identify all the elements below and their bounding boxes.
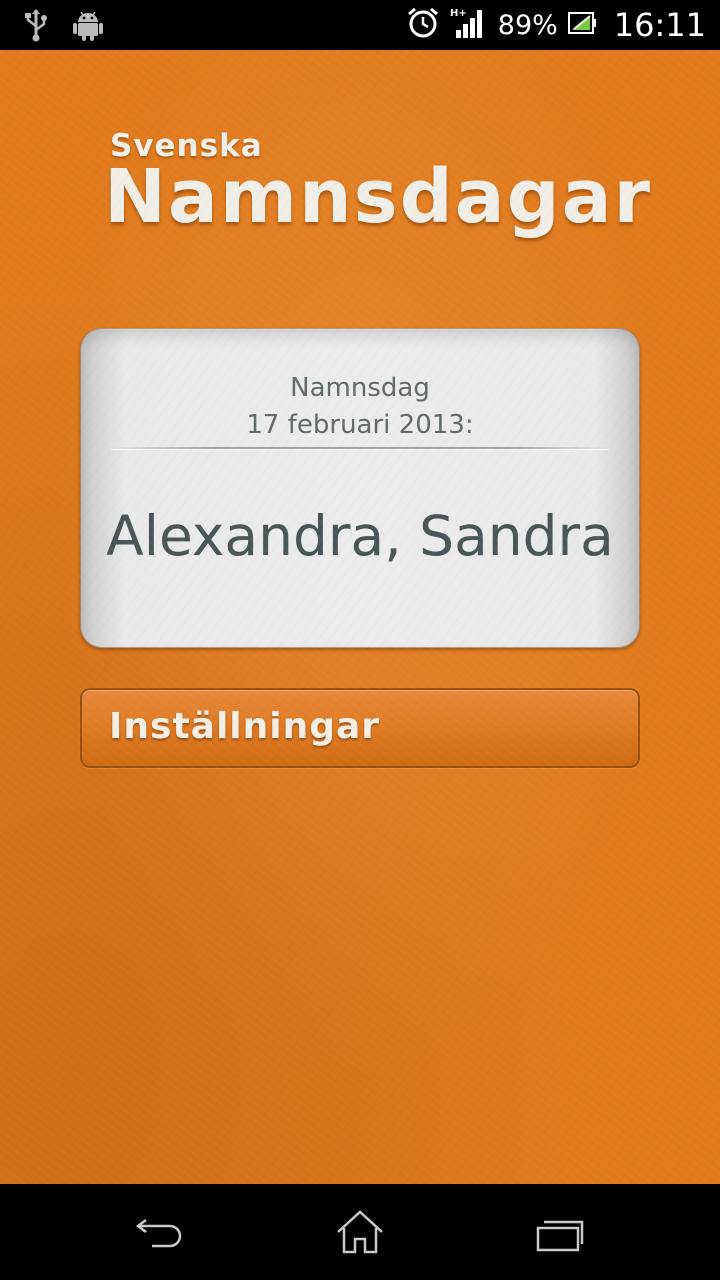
battery-charging-icon bbox=[567, 11, 598, 39]
clock: 16:11 bbox=[613, 6, 706, 44]
nameday-label: Namnsdag bbox=[290, 373, 430, 403]
recent-apps-icon bbox=[530, 1220, 590, 1262]
android-debug-icon bbox=[72, 8, 104, 46]
status-left-icons bbox=[22, 8, 104, 46]
nameday-date: 17 februari 2013: bbox=[246, 410, 474, 440]
back-button[interactable] bbox=[130, 1206, 190, 1258]
svg-text:H+: H+ bbox=[450, 8, 467, 19]
alarm-icon bbox=[406, 6, 440, 44]
home-button[interactable] bbox=[330, 1206, 390, 1258]
recent-apps-button[interactable] bbox=[530, 1206, 590, 1258]
settings-button[interactable]: Inställningar bbox=[80, 688, 640, 768]
nameday-names: Alexandra, Sandra bbox=[106, 504, 614, 568]
back-icon bbox=[130, 1219, 190, 1262]
battery-percent: 89% bbox=[497, 9, 558, 41]
status-right-icons: H+ 89% 16:11 bbox=[406, 0, 706, 50]
logo-title: Namnsdagar bbox=[104, 154, 653, 240]
card-divider bbox=[111, 447, 609, 449]
home-icon bbox=[330, 1210, 390, 1262]
settings-button-label: Inställningar bbox=[109, 706, 381, 747]
signal-hplus-icon: H+ bbox=[450, 6, 488, 44]
usb-icon bbox=[22, 8, 50, 46]
nameday-card: Namnsdag 17 februari 2013: Alexandra, Sa… bbox=[80, 328, 640, 648]
navigation-bar bbox=[0, 1184, 720, 1280]
status-bar: H+ 89% 16:11 bbox=[0, 0, 720, 50]
app-screen: Svenska Namnsdagar Namnsdag 17 februari … bbox=[0, 50, 720, 1184]
